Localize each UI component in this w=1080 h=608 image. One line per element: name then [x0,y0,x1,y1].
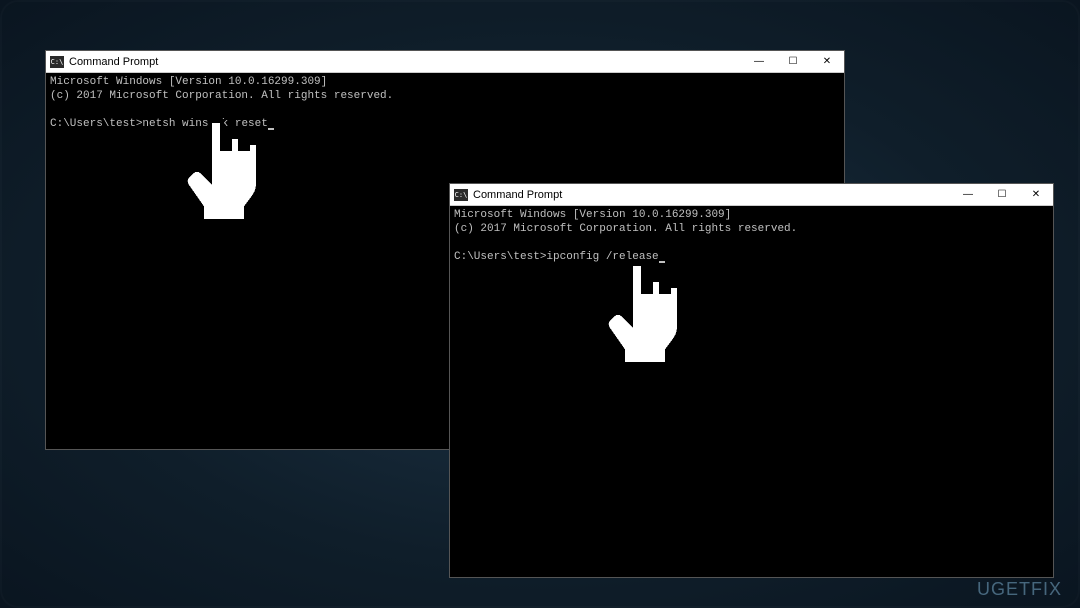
titlebar[interactable]: C:\ Command Prompt — ☐ ✕ [46,51,844,73]
console-output[interactable]: Microsoft Windows [Version 10.0.16299.30… [450,206,1053,577]
typed-command: netsh winsock reset [142,118,267,130]
titlebar[interactable]: C:\ Command Prompt — ☐ ✕ [450,184,1053,206]
minimize-button[interactable]: — [742,51,776,72]
maximize-button[interactable]: ☐ [776,51,810,72]
window-controls: — ☐ ✕ [742,51,844,72]
version-line: Microsoft Windows [Version 10.0.16299.30… [50,76,327,88]
close-button[interactable]: ✕ [810,51,844,72]
window-controls: — ☐ ✕ [951,184,1053,205]
cmd-icon: C:\ [454,189,468,201]
minimize-button[interactable]: — [951,184,985,205]
window-title: Command Prompt [473,189,951,201]
cmd-icon: C:\ [50,56,64,68]
version-line: Microsoft Windows [Version 10.0.16299.30… [454,209,731,221]
text-cursor [659,261,665,263]
watermark-logo: UGETFIX [977,579,1062,600]
prompt-path: C:\Users\test> [50,118,142,130]
maximize-button[interactable]: ☐ [985,184,1019,205]
copyright-line: (c) 2017 Microsoft Corporation. All righ… [454,223,797,235]
command-prompt-window-2[interactable]: C:\ Command Prompt — ☐ ✕ Microsoft Windo… [449,183,1054,578]
close-button[interactable]: ✕ [1019,184,1053,205]
copyright-line: (c) 2017 Microsoft Corporation. All righ… [50,90,393,102]
prompt-path: C:\Users\test> [454,251,546,263]
window-title: Command Prompt [69,56,742,68]
typed-command: ipconfig /release [546,251,658,263]
text-cursor [268,128,274,130]
